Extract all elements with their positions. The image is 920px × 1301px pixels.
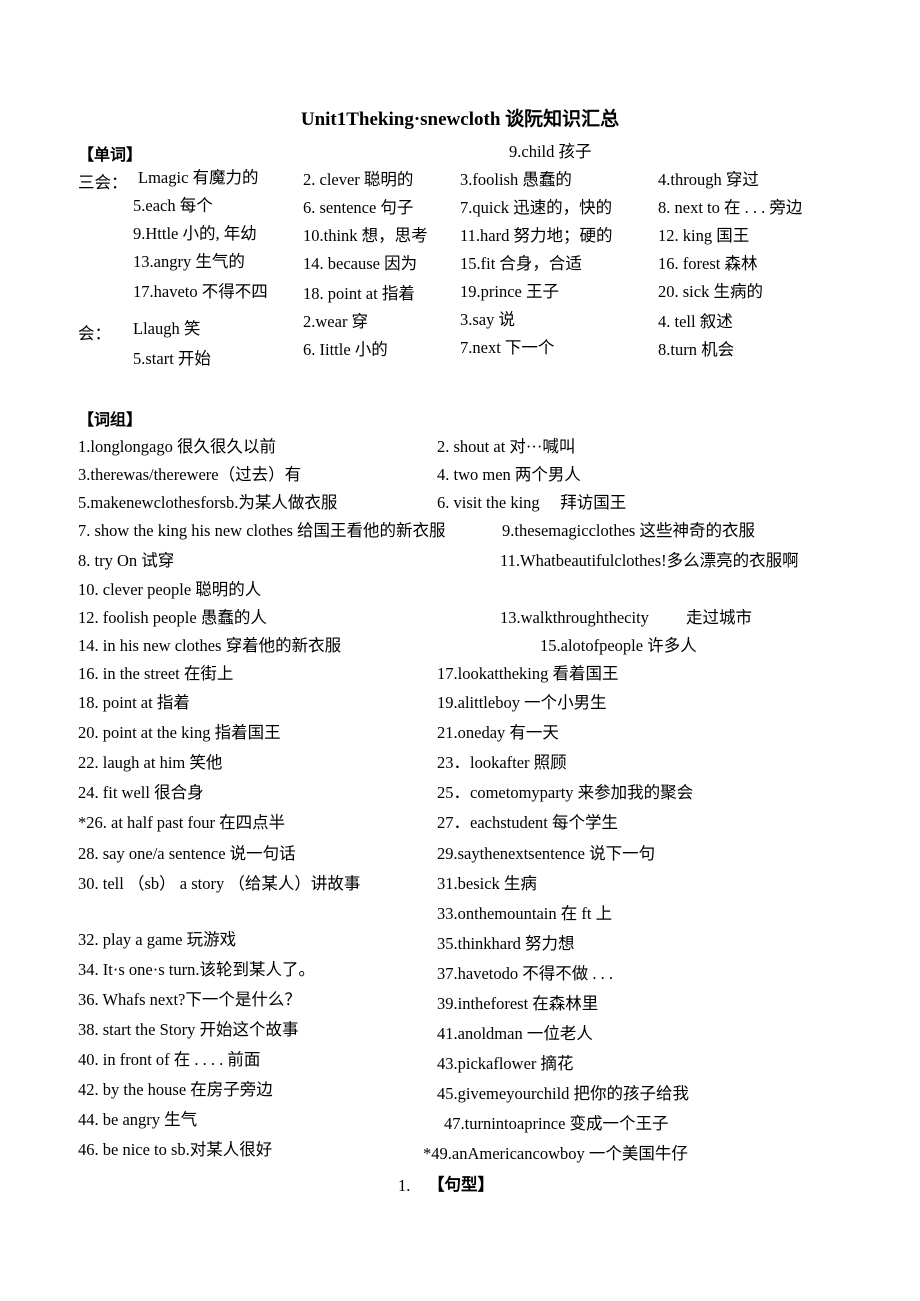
word-entry: Lmagic 有魔力的 (138, 168, 259, 187)
word-entry: 4. tell 叙述 (658, 312, 733, 331)
word-entry: 4.through 穿过 (658, 170, 759, 189)
phrase-entry: 15.alotofpeople 许多人 (540, 636, 697, 655)
title-chinese: 谈阮知识汇总 (505, 109, 620, 130)
word-entry: 9.Httle 小的, 年幼 (133, 224, 257, 243)
word-entry: 17.haveto 不得不四 (133, 282, 268, 301)
phrase-entry: 14. in his new clothes 穿着他的新衣服 (78, 636, 342, 655)
phrase-entry: 35.thinkhard 努力想 (437, 934, 575, 953)
phrase-entry: 13.walkthroughthecity 走过城市 (500, 608, 753, 627)
phrase-entry: 45.givemeyourchild 把你的孩子给我 (437, 1084, 690, 1103)
page-title: Unit1Theking·snewcloth 谈阮知识汇总 (0, 104, 920, 131)
word-entry: 5.start 开始 (133, 349, 211, 368)
phrase-entry: 21.oneday 有一天 (437, 723, 559, 742)
phrase-entry: 42. by the house 在房子旁边 (78, 1080, 273, 1099)
document-page: Unit1Theking·snewcloth 谈阮知识汇总 【单词】 三会： 会… (0, 0, 920, 1301)
phrase-entry: 27．eachstudent 每个学生 (437, 813, 619, 832)
phrase-entry: 29.saythenextsentence 说下一句 (437, 844, 656, 863)
phrase-entry: 44. be angry 生气 (78, 1110, 198, 1129)
word-entry: 20. sick 生病的 (658, 282, 763, 301)
word-entry: 14. because 因为 (303, 254, 418, 273)
phrase-entry: 2. shout at 对···喊叫 (437, 437, 576, 456)
phrase-entry: 39.intheforest 在森林里 (437, 994, 599, 1013)
phrase-entry: 6. visit the king 拜访国王 (437, 493, 627, 512)
phrase-entry: 18. point at 指着 (78, 693, 190, 712)
word-entry: 19.prince 王子 (460, 282, 559, 301)
words-label-one-skill: 会： (78, 324, 111, 343)
word-entry: 18. point at 指着 (303, 284, 415, 303)
word-entry: 6. Iittle 小的 (303, 340, 388, 359)
phrase-entry: 10. clever people 聪明的人 (78, 580, 262, 599)
phrase-entry: 5.makenewclothesforsb.为某人做衣服 (78, 493, 338, 512)
word-entry: 10.think 想，思考 (303, 226, 428, 245)
word-entry: 7.quick 迅速的，快的 (460, 198, 613, 217)
phrase-entry: 40. in front of 在 . . . . 前面 (78, 1050, 261, 1069)
word-entry: 5.each 每个 (133, 196, 213, 215)
phrase-entry: 3.therewas/therewere（过去）有 (78, 465, 302, 484)
phrase-entry: 7. show the king his new clothes 给国王看他的新… (78, 521, 446, 540)
phrase-entry: 8. try On 试穿 (78, 551, 175, 570)
phrase-entry: 16. in the street 在街上 (78, 664, 234, 683)
phrase-entry: 28. say one/a sentence 说一句话 (78, 844, 296, 863)
phrase-entry: 36. Whafs next?下一个是什么？ (78, 990, 301, 1009)
phrase-entry: 22. laugh at him 笑他 (78, 753, 223, 772)
phrase-entry: 25．cometomyparty 来参加我的聚会 (437, 783, 694, 802)
word-entry: 11.hard 努力地；硬的 (460, 226, 613, 245)
phrase-entry: 30. tell （sb） a story （给某人）讲故事 (78, 874, 361, 893)
phrase-entry: 33.onthemountain 在 ft 上 (437, 904, 613, 923)
word-entry: 8.turn 机会 (658, 340, 735, 359)
title-english: Unit1Theking·snewcloth (300, 109, 501, 130)
phrase-entry: *26. at half past four 在四点半 (78, 813, 286, 832)
phrase-entry: 32. play a game 玩游戏 (78, 930, 237, 949)
phrase-entry: 11.Whatbeautifulclothes!多么漂亮的衣服啊 (500, 551, 799, 570)
word-entry: 6. sentence 句子 (303, 198, 414, 217)
word-entry: 7.next 下一个 (460, 338, 555, 357)
word-entry: 16. forest 森林 (658, 254, 758, 273)
phrase-entry: 12. foolish people 愚蠢的人 (78, 608, 267, 627)
word-entry: 3.say 说 (460, 310, 515, 329)
phrase-entry: 4. two men 两个男人 (437, 465, 581, 484)
word-entry: 15.fit 合身，合适 (460, 254, 582, 273)
phrase-entry: 38. start the Story 开始这个故事 (78, 1020, 299, 1039)
word-entry: 12. king 国王 (658, 226, 750, 245)
phrase-entry: 24. fit well 很合身 (78, 783, 204, 802)
phrase-entry: 31.besick 生病 (437, 874, 537, 893)
word-entry: 2.wear 穿 (303, 312, 369, 331)
phrase-entry: 43.pickaflower 摘花 (437, 1054, 574, 1073)
word-entry: 2. clever 聪明的 (303, 170, 414, 189)
phrase-entry: 1.longlongago 很久很久以前 (78, 437, 276, 456)
phrase-entry: 23．lookafter 照顾 (437, 753, 567, 772)
phrase-entry: 19.alittleboy 一个小男生 (437, 693, 607, 712)
phrase-entry: 34. It·s one·s turn.该轮到某人了。 (78, 960, 315, 979)
word-entry: 8. next to 在 . . . 旁边 (658, 198, 803, 217)
phrase-entry: 47.turnintoaprince 变成一个王子 (444, 1114, 669, 1133)
word-entry: 13.angry 生气的 (133, 252, 245, 271)
phrase-entry: 9.thesemagicclothes 这些神奇的衣服 (502, 521, 755, 540)
phrases-section-heading: 【词组】 (78, 412, 143, 429)
phrase-entry: 17.lookattheking 看着国王 (437, 664, 619, 683)
word-entry: Llaugh 笑 (133, 319, 201, 338)
phrase-entry: 37.havetodo 不得不做 . . . (437, 964, 613, 983)
words-section-heading: 【单词】 (78, 147, 143, 164)
phrase-entry: 20. point at the king 指着国王 (78, 723, 281, 742)
phrase-entry: 46. be nice to sb.对某人很好 (78, 1140, 273, 1159)
words-label-three-skills: 三会： (78, 173, 128, 192)
sentences-section-heading: 【句型】 (428, 1175, 494, 1194)
sentences-section-number: 1. (398, 1176, 411, 1195)
word-entry: 3.foolish 愚蠢的 (460, 170, 572, 189)
word-entry: 9.child 孩子 (509, 142, 592, 161)
phrase-entry: *49.anAmericancowboy 一个美国牛仔 (423, 1144, 688, 1163)
phrase-entry: 41.anoldman 一位老人 (437, 1024, 593, 1043)
